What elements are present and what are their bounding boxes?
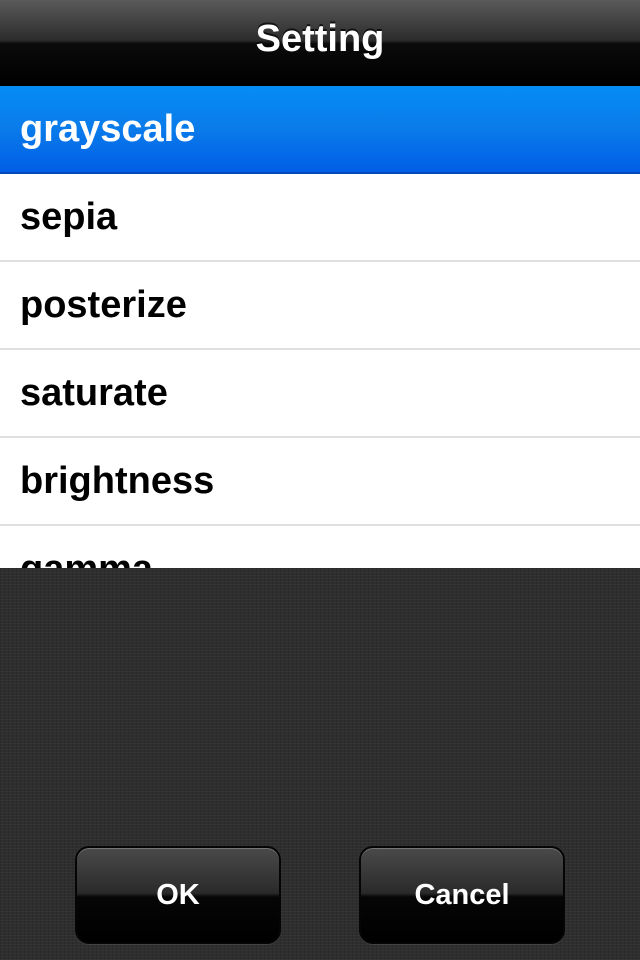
page-title: Setting: [255, 18, 385, 60]
list-item-sepia[interactable]: sepia: [0, 174, 640, 262]
list-item-gamma[interactable]: gamma: [0, 526, 640, 569]
navigation-bar: Setting: [0, 0, 640, 86]
list-item-brightness[interactable]: brightness: [0, 438, 640, 526]
filter-list[interactable]: grayscale sepia posterize saturate brigh…: [0, 86, 640, 568]
action-panel: OK Cancel: [0, 568, 640, 960]
list-item-posterize[interactable]: posterize: [0, 262, 640, 350]
list-item-saturate[interactable]: saturate: [0, 350, 640, 438]
list-item-grayscale[interactable]: grayscale: [0, 86, 640, 174]
ok-button[interactable]: OK: [75, 846, 281, 944]
cancel-button[interactable]: Cancel: [359, 846, 565, 944]
